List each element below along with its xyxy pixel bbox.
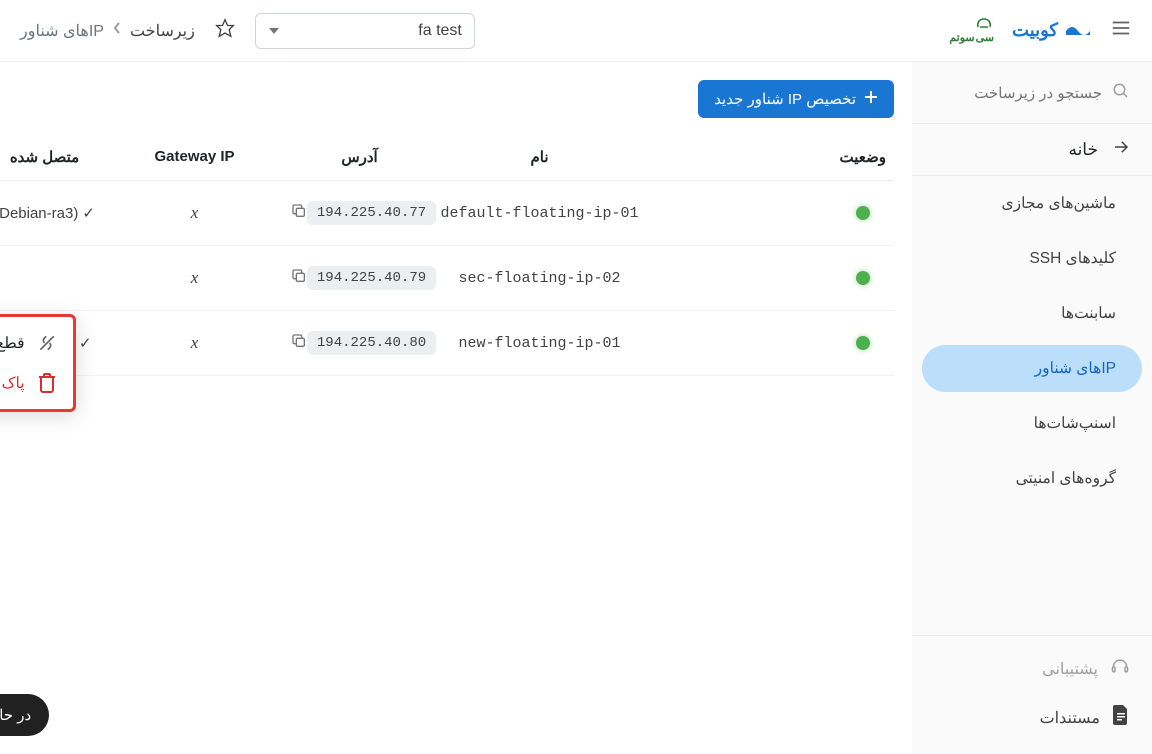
sidebar-item-snapshots[interactable]: اسنپ‌شات‌ها [922, 400, 1142, 447]
docs-label: مستندات [1040, 708, 1100, 728]
ctx-delete[interactable]: پاک کردن [0, 363, 73, 403]
gateway-cell: x [191, 268, 199, 288]
nav-home-label: خانه [1068, 140, 1098, 160]
allocate-ip-label: تخصیص IP شناور جدید [714, 90, 856, 108]
sidebar-support[interactable]: پشتیبانی [912, 644, 1152, 693]
unlink-icon [37, 333, 57, 353]
name-cell: default-floating-ip-01 [440, 205, 640, 222]
project-select[interactable]: fa test [255, 13, 475, 49]
status-dot-green [856, 271, 870, 285]
partner-logo: سیسوتم [949, 17, 994, 44]
col-name: نام [440, 148, 640, 166]
breadcrumb: زیرساخت IPهای شناور [20, 21, 195, 41]
table-row: (Debian-ra3) ✓ x 194.225.40.77 default-f… [0, 181, 894, 246]
sidebar-docs[interactable]: مستندات [912, 693, 1152, 742]
ctx-delete-label: پاک کردن [0, 374, 25, 393]
sidebar: خانه ماشین‌های مجازی کلیدهای SSH سابنت‌ه… [912, 62, 1152, 754]
status-dot-green [856, 336, 870, 350]
sidebar-item-vms[interactable]: ماشین‌های مجازی [922, 180, 1142, 227]
arrow-right-icon [1112, 138, 1130, 161]
table-row: x 194.225.40.79 sec-floating-ip-02 [0, 246, 894, 311]
document-icon [1112, 705, 1130, 730]
breadcrumb-current: IPهای شناور [20, 21, 104, 41]
plus-icon [864, 90, 878, 108]
loading-toast: در حال بارگذاری... [0, 694, 49, 736]
sidebar-item-security-groups[interactable]: گروه‌های امنیتی [922, 455, 1142, 502]
nav-home[interactable]: خانه [912, 123, 1152, 176]
address-cell: 194.225.40.80 [307, 331, 436, 355]
search-box[interactable] [930, 74, 1134, 113]
sidebar-bottom: پشتیبانی مستندات [912, 635, 1152, 742]
sidebar-item-subnets[interactable]: سابنت‌ها [922, 290, 1142, 337]
loading-label: در حال بارگذاری... [0, 706, 31, 724]
connected-cell: (Debian-ra3) ✓ [0, 204, 110, 222]
name-cell: new-floating-ip-01 [440, 335, 640, 352]
main-content: تخصیص IP شناور جدید عملیات متصل شده Gate… [0, 62, 912, 754]
col-gateway: Gateway IP [110, 148, 280, 166]
address-cell: 194.225.40.77 [307, 201, 436, 225]
table-header: عملیات متصل شده Gateway IP آدرس نام وضعی… [0, 134, 894, 181]
address-cell: 194.225.40.79 [307, 266, 436, 290]
copy-icon[interactable] [291, 203, 307, 223]
header-right: کوبیت سیسوتم [949, 17, 1132, 44]
ctx-disconnect[interactable]: قطع اتصال [0, 323, 73, 363]
floating-ips-table: عملیات متصل شده Gateway IP آدرس نام وضعی… [0, 134, 894, 376]
check-icon: ✓ [79, 334, 92, 352]
menu-icon[interactable] [1110, 17, 1132, 44]
star-icon[interactable] [215, 18, 235, 43]
headset-icon [1110, 656, 1130, 681]
search-input[interactable] [903, 85, 1102, 102]
project-select-value: fa test [418, 22, 462, 40]
col-address: آدرس [280, 148, 440, 166]
allocate-ip-button[interactable]: تخصیص IP شناور جدید [698, 80, 894, 118]
copy-icon[interactable] [291, 333, 307, 353]
sidebar-item-ssh[interactable]: کلیدهای SSH [922, 235, 1142, 282]
col-status: وضعیت [840, 148, 886, 166]
breadcrumb-root[interactable]: زیرساخت [130, 21, 195, 41]
gateway-cell: x [191, 203, 199, 223]
status-dot-green [856, 206, 870, 220]
check-icon: ✓ [82, 204, 95, 222]
search-icon [1112, 82, 1130, 105]
chevron-down-icon [268, 22, 280, 40]
brand-text: کوبیت [1012, 20, 1058, 41]
header: کوبیت سیسوتم زیرساخت IPهای شناور fa test [0, 0, 1152, 62]
trash-icon [37, 373, 57, 393]
chevron-left-icon [112, 21, 122, 40]
sidebar-item-floating-ips[interactable]: IPهای شناور [922, 345, 1142, 392]
gateway-cell: x [191, 333, 199, 353]
brand-logo[interactable]: کوبیت [1012, 19, 1092, 42]
ctx-disconnect-label: قطع اتصال [0, 334, 25, 353]
name-cell: sec-floating-ip-02 [440, 270, 640, 287]
header-left: زیرساخت IPهای شناور fa test [20, 13, 475, 49]
copy-icon[interactable] [291, 268, 307, 288]
support-label: پشتیبانی [1042, 659, 1098, 679]
wave-icon [1064, 19, 1092, 42]
context-menu: قطع اتصال پاک کردن [0, 314, 76, 412]
table-row: (Fa-subnet) ✓ x 194.225.40.80 new-floati… [0, 311, 894, 376]
col-connected: متصل شده [0, 148, 110, 166]
